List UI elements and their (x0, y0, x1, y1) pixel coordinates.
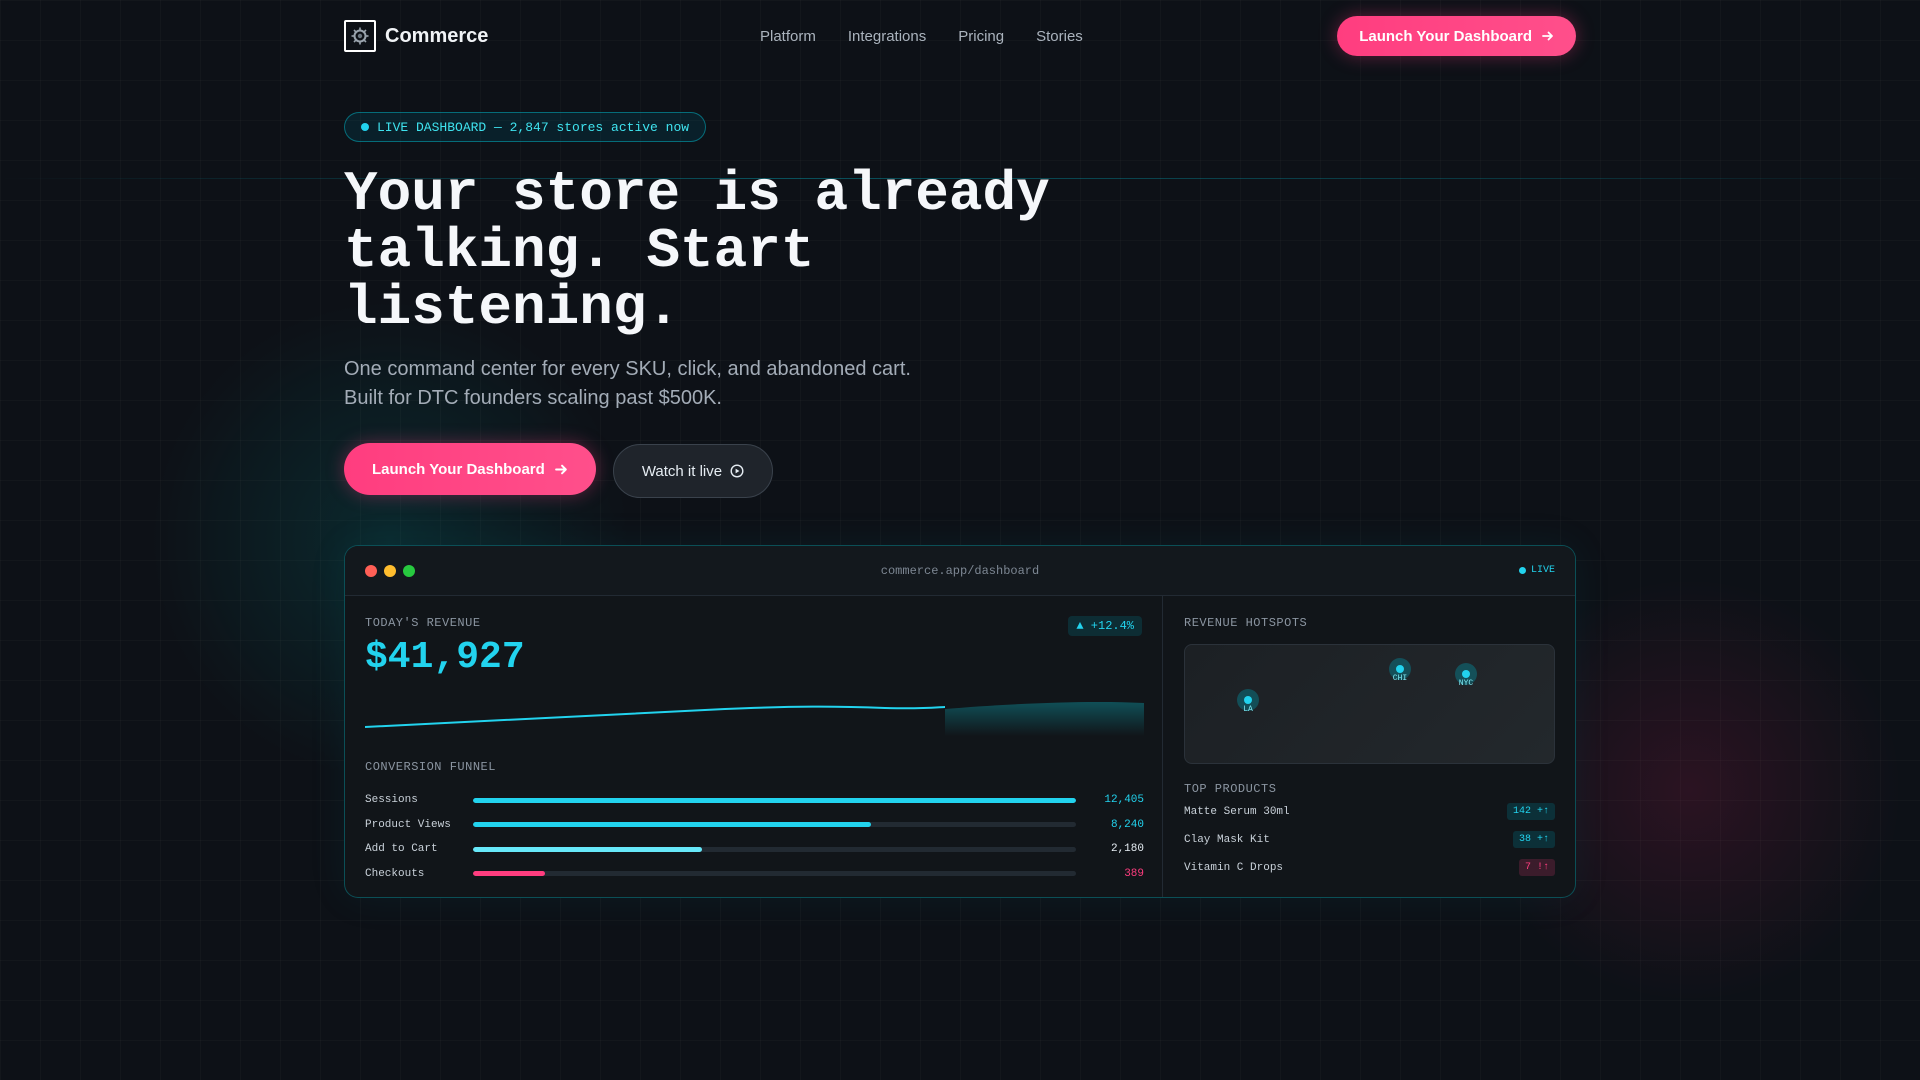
hero-subtitle: One command center for every SKU, click,… (344, 355, 984, 413)
dashboard-window-bar: commerce.app/dashboard LIVE (345, 546, 1575, 596)
logo-icon (344, 20, 376, 52)
dashboard-preview: commerce.app/dashboard LIVE TODAY'S REVE… (344, 545, 1576, 898)
headline-line-2: talking. Start (344, 219, 815, 283)
nav-link-platform[interactable]: Platform (760, 28, 816, 45)
revenue-value: $41,927 (365, 636, 525, 679)
watch-live-button[interactable]: Watch it live (612, 444, 774, 498)
brand[interactable]: Commerce (344, 20, 488, 52)
funnel-track (473, 846, 1076, 852)
conversion-funnel: Sessions 12,405 Product Views 8,240 Add … (365, 788, 1144, 886)
sparkline-area (945, 701, 1144, 736)
funnel-row: Add to Cart 2,180 (365, 837, 1144, 862)
play-circle-icon (730, 464, 744, 478)
nav-cta-label: Launch Your Dashboard (1359, 27, 1532, 45)
headline-line-1: Your store is already (344, 162, 1050, 226)
funnel-track (473, 797, 1076, 803)
funnel-label: Checkouts (365, 867, 425, 880)
nav-launch-dashboard-button[interactable]: Launch Your Dashboard (1337, 16, 1576, 56)
subtitle-line-1: One command center for every SKU, click,… (344, 358, 911, 380)
funnel-title: CONVERSION FUNNEL (365, 760, 496, 774)
funnel-row: Sessions 12,405 (365, 788, 1144, 813)
product-name: Clay Mask Kit (1184, 833, 1270, 846)
live-pill-text: LIVE DASHBOARD — 2,847 stores active now (377, 119, 690, 135)
live-dot-icon (361, 123, 369, 131)
product-badge: 38 +↑ (1512, 831, 1555, 848)
product-name: Vitamin C Drops (1184, 861, 1284, 874)
revenue-label: TODAY'S REVENUE (365, 616, 481, 630)
dashboard-body: TODAY'S REVENUE $41,927 ▲ +12.4% CONVERS… (345, 596, 1575, 897)
hotspot-nyc[interactable]: NYC (1455, 663, 1477, 688)
revenue-delta-badge: ▲ +12.4% (1068, 616, 1142, 636)
arrow-right-icon (554, 464, 567, 474)
top-products-list: Matte Serum 30ml 142 +↑ Clay Mask Kit 38… (1184, 799, 1555, 880)
funnel-value: 389 (1124, 867, 1144, 880)
funnel-value: 2,180 (1110, 843, 1144, 856)
hotspot-la[interactable]: LA (1237, 689, 1259, 714)
product-badge: 7 !↑ (1518, 859, 1555, 876)
revenue-hotspot-map[interactable]: LA CHI NYC (1184, 644, 1555, 764)
funnel-track (473, 871, 1076, 877)
funnel-row: Checkouts 389 (365, 862, 1144, 887)
nav-links: Platform Integrations Pricing Stories (760, 28, 1083, 45)
hotspot-chi[interactable]: CHI (1389, 658, 1411, 683)
dashboard-live-indicator: LIVE (1518, 565, 1555, 576)
product-name: Matte Serum 30ml (1184, 805, 1290, 818)
live-dot-icon (1518, 567, 1526, 574)
hotspot-label: NYC (1458, 679, 1474, 688)
funnel-bar-sessions (473, 797, 1076, 803)
brand-name: Commerce (385, 24, 489, 47)
headline-line-3: listening. (344, 276, 681, 340)
revenue-sparkline (365, 701, 1144, 736)
funnel-label: Product Views (365, 818, 451, 831)
hotspot-label: LA (1243, 705, 1253, 714)
hotspots-title: REVENUE HOTSPOTS (1184, 616, 1308, 630)
funnel-value: 8,240 (1110, 818, 1144, 831)
hero-cta-label: Launch Your Dashboard (372, 460, 545, 478)
top-nav: Commerce Platform Integrations Pricing S… (344, 16, 1576, 56)
hotspot-label: CHI (1392, 674, 1408, 683)
nav-link-pricing[interactable]: Pricing (958, 28, 1004, 45)
nav-link-stories[interactable]: Stories (1036, 28, 1083, 45)
top-products-title: TOP PRODUCTS (1184, 782, 1277, 796)
funnel-label: Add to Cart (365, 843, 438, 856)
funnel-label: Sessions (365, 794, 418, 807)
dashboard-live-label: LIVE (1530, 565, 1555, 576)
list-item[interactable]: Clay Mask Kit 38 +↑ (1184, 827, 1555, 852)
funnel-bar-add-to-cart (473, 846, 703, 852)
funnel-value: 12,405 (1104, 794, 1144, 807)
hero-headline: Your store is already talking. Start lis… (344, 166, 1104, 337)
product-badge: 142 +↑ (1506, 803, 1555, 820)
sparkline-line (365, 705, 946, 728)
hero-launch-dashboard-button[interactable]: Launch Your Dashboard (344, 443, 596, 495)
funnel-bar-checkouts (473, 871, 546, 877)
hero-actions: Launch Your Dashboard Watch it live (344, 440, 774, 498)
watch-live-label: Watch it live (641, 462, 723, 480)
dashboard-url: commerce.app/dashboard (880, 563, 1040, 578)
revenue-panel: TODAY'S REVENUE $41,927 ▲ +12.4% CONVERS… (345, 596, 1163, 897)
live-status-pill: LIVE DASHBOARD — 2,847 stores active now (344, 112, 707, 142)
funnel-row: Product Views 8,240 (365, 813, 1144, 838)
list-item[interactable]: Matte Serum 30ml 142 +↑ (1184, 799, 1555, 824)
list-item[interactable]: Vitamin C Drops 7 !↑ (1184, 855, 1555, 880)
subtitle-line-2: Built for DTC founders scaling past $500… (344, 387, 722, 409)
insights-panel: REVENUE HOTSPOTS LA CHI NYC TOP PRODUCTS (1163, 596, 1575, 897)
arrow-right-icon (1542, 31, 1553, 41)
nav-link-integrations[interactable]: Integrations (848, 28, 926, 45)
funnel-bar-product-views (473, 822, 871, 828)
funnel-track (473, 822, 1076, 828)
